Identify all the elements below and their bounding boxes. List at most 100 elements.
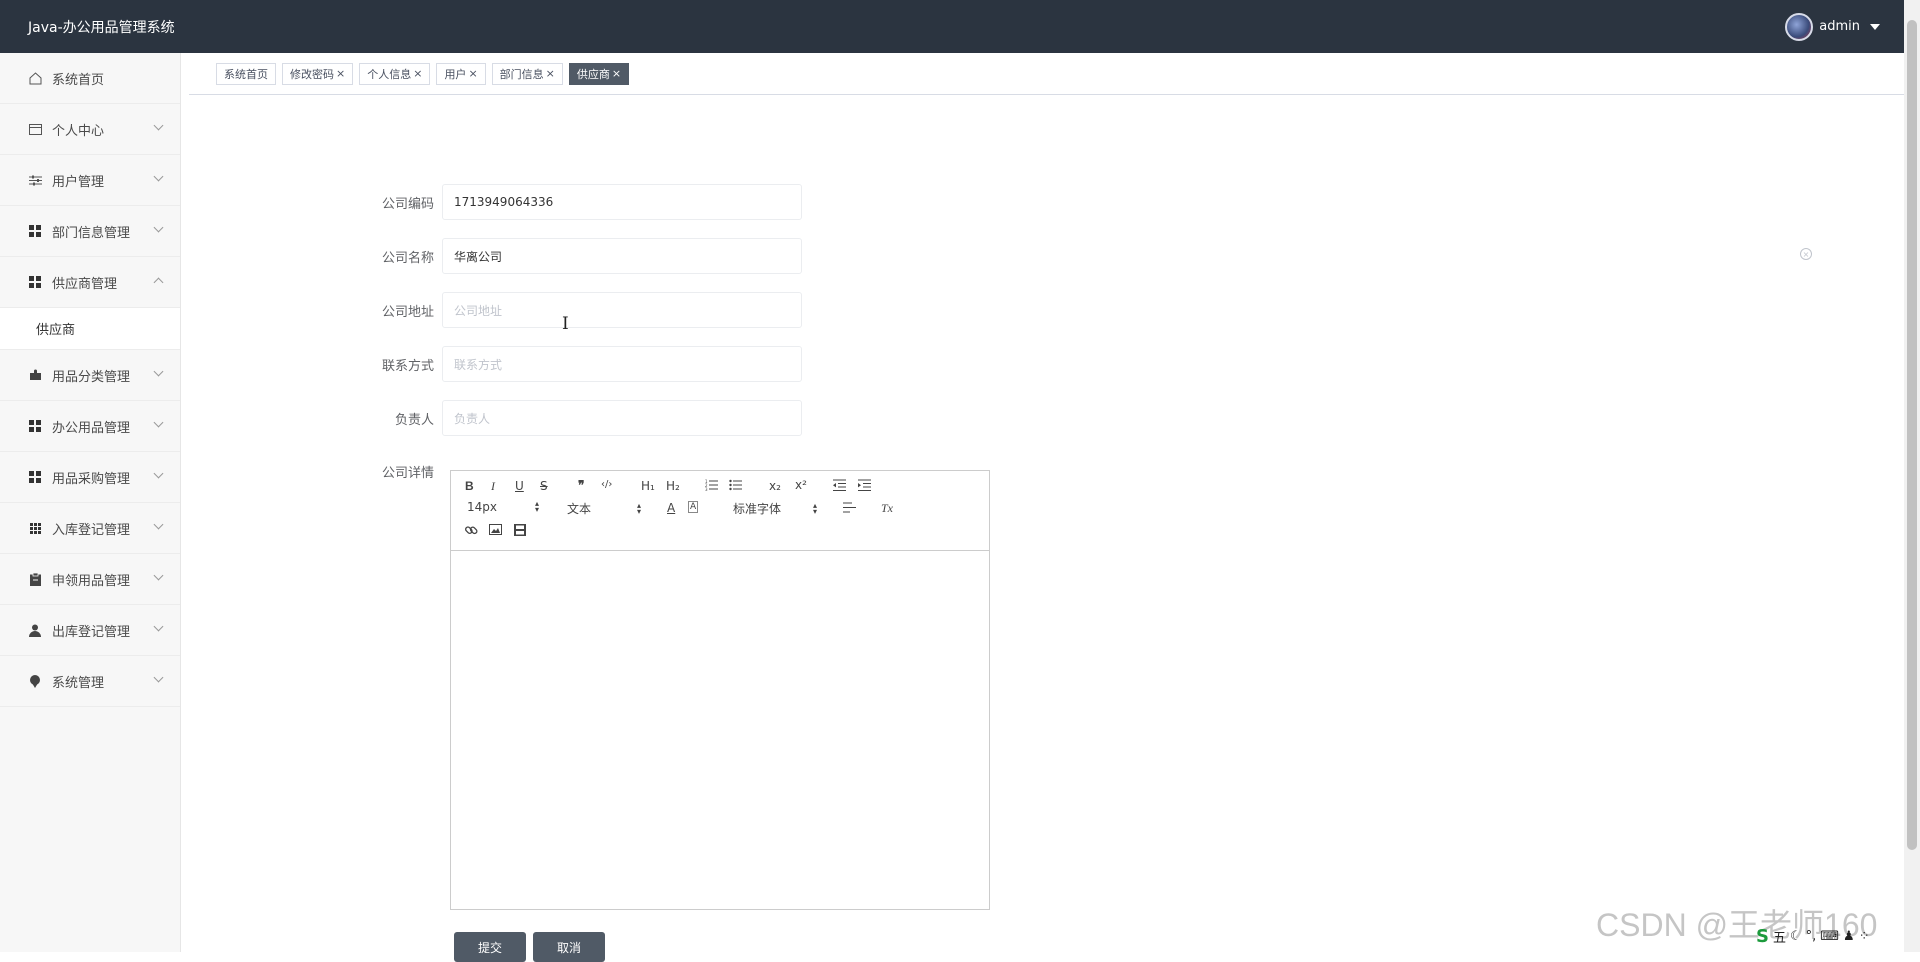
sidebar-item-categories[interactable]: 用品分类管理 <box>0 350 180 401</box>
sidebar-subitem-supplier[interactable]: 供应商 <box>0 308 180 350</box>
font-family-value[interactable]: 标准字体 <box>733 500 781 517</box>
close-icon[interactable]: × <box>468 67 477 80</box>
sidebar-item-users[interactable]: 用户管理 <box>0 155 180 206</box>
editor-toolbar: B I U S ❞ ‹/› H₁ H₂ 123 x₂ x² 14px ▴ ▾ 文本… <box>451 471 989 551</box>
user-tray-icon[interactable]: ♟ <box>1843 929 1855 944</box>
close-icon[interactable]: × <box>336 67 345 80</box>
sidebar-item-departments[interactable]: 部门信息管理 <box>0 206 180 257</box>
chevron-up-icon <box>153 277 164 288</box>
font-family-select[interactable]: 标准字体 ▴ ▾ <box>733 500 823 517</box>
sidebar-item-stock-out[interactable]: 出库登记管理 <box>0 605 180 656</box>
tab-users[interactable]: 用户 × <box>436 62 486 85</box>
quote-icon[interactable]: ❞ <box>578 478 584 492</box>
tab-bar: 系统首页 修改密码 × 个人信息 × 用户 × 部门信息 × 供应商 × <box>189 53 1904 95</box>
font-size-value[interactable]: 14px <box>467 500 497 514</box>
tab-label[interactable]: 系统首页 <box>224 66 268 82</box>
bold-icon[interactable]: B <box>465 479 474 493</box>
form-row-contact: 联系方式 联系方式 <box>370 346 802 382</box>
contact-label: 联系方式 <box>381 358 434 374</box>
input-method-logo-icon[interactable]: S <box>1756 926 1769 947</box>
tab-label[interactable]: 用户 <box>444 66 466 82</box>
sidebar-item-requisitions[interactable]: 申领用品管理 <box>0 554 180 605</box>
caret-down-icon[interactable] <box>1870 23 1880 30</box>
sidebar-item-suppliers[interactable]: 供应商管理 <box>0 257 180 308</box>
tab-home[interactable]: 系统首页 <box>216 62 276 85</box>
pin-icon <box>28 674 42 688</box>
close-icon[interactable]: × <box>413 67 422 80</box>
italic-icon[interactable]: I <box>491 479 495 494</box>
code-icon[interactable]: ‹/› <box>601 479 612 490</box>
header-select-value[interactable]: 文本 <box>567 500 591 517</box>
sidebar-item-label: 用户管理 <box>52 174 105 190</box>
punctuation-icon[interactable]: °, <box>1806 929 1817 944</box>
tab-label[interactable]: 修改密码 <box>290 66 334 82</box>
sidebar-item-system[interactable]: 系统管理 <box>0 656 180 707</box>
h1-icon[interactable]: H₁ <box>641 479 655 493</box>
user-icon <box>28 623 42 637</box>
superscript-icon[interactable]: x² <box>795 478 807 492</box>
username[interactable]: admin <box>1819 19 1860 34</box>
sidebar-item-label: 系统首页 <box>52 72 105 88</box>
submit-button[interactable]: 提交 <box>454 932 526 962</box>
sidebar-item-supplies[interactable]: 办公用品管理 <box>0 401 180 452</box>
tab-label[interactable]: 部门信息 <box>500 66 544 82</box>
tab-suppliers[interactable]: 供应商 × <box>568 62 630 85</box>
name-field[interactable]: 华离公司 <box>442 238 802 274</box>
cancel-button[interactable]: 取消 <box>533 932 605 962</box>
sidebar-item-purchases[interactable]: 用品采购管理 <box>0 452 180 503</box>
align-icon[interactable] <box>843 502 856 513</box>
chevron-down-icon <box>153 120 164 131</box>
owner-field[interactable]: 负责人 <box>442 400 802 436</box>
underline-icon[interactable]: U <box>515 479 524 493</box>
select-arrows-icon: ▴ ▾ <box>637 500 642 516</box>
subscript-icon[interactable]: x₂ <box>769 479 781 493</box>
image-icon[interactable] <box>489 524 502 535</box>
tab-label[interactable]: 个人信息 <box>367 66 411 82</box>
chevron-down-icon <box>153 171 164 182</box>
link-icon[interactable] <box>465 524 478 537</box>
clear-format-icon[interactable]: Tx <box>881 501 893 516</box>
tab-departments[interactable]: 部门信息 × <box>491 62 563 85</box>
text-cursor-icon: I <box>562 314 569 334</box>
user-menu[interactable]: admin <box>1785 12 1880 41</box>
svg-text:3: 3 <box>705 487 708 491</box>
indent-icon[interactable] <box>858 479 871 491</box>
outdent-icon[interactable] <box>833 479 846 491</box>
moon-icon[interactable]: ☾ <box>1790 929 1802 944</box>
sidebar-item-stock-in[interactable]: 入库登记管理 <box>0 503 180 554</box>
bullet-list-icon[interactable] <box>729 479 742 491</box>
close-icon[interactable]: × <box>612 67 621 80</box>
contact-field[interactable]: 联系方式 <box>442 346 802 382</box>
h2-icon[interactable]: H₂ <box>666 479 680 493</box>
app-title: Java-办公用品管理系统 <box>28 19 175 36</box>
sidebar-item-home[interactable]: 系统首页 <box>0 53 180 104</box>
header-select[interactable]: 文本 ▴ ▾ <box>567 500 647 517</box>
ordered-list-icon[interactable]: 123 <box>705 479 718 491</box>
close-icon[interactable]: × <box>546 67 555 80</box>
tab-label[interactable]: 供应商 <box>577 66 610 82</box>
sidebar-item-personal[interactable]: 个人中心 <box>0 104 180 155</box>
background-color-icon[interactable]: A <box>688 501 699 513</box>
input-mode-label[interactable]: 五 <box>1773 927 1786 946</box>
font-color-icon[interactable]: A <box>667 501 675 515</box>
vertical-scrollbar[interactable] <box>1904 0 1920 952</box>
chevron-down-icon <box>153 468 164 479</box>
clear-icon[interactable]: × <box>1800 248 1812 260</box>
strikethrough-icon[interactable]: S <box>540 479 548 493</box>
avatar[interactable] <box>1785 12 1814 41</box>
font-size-select[interactable]: 14px ▴ ▾ <box>467 500 545 515</box>
sidebar: 系统首页 个人中心 用户管理 部门信息管理 供应商管理 供应商 用品分类管理 办… <box>0 53 181 952</box>
tab-profile[interactable]: 个人信息 × <box>359 62 431 85</box>
tab-change-password[interactable]: 修改密码 × <box>282 62 354 85</box>
editor-content-area[interactable] <box>451 551 989 909</box>
apps-icon <box>28 521 42 535</box>
keyboard-icon[interactable]: ⌨ <box>1820 929 1839 944</box>
home-icon <box>28 71 42 85</box>
address-field[interactable]: 公司地址 <box>442 292 802 328</box>
video-icon[interactable] <box>514 524 526 536</box>
apps-tray-icon[interactable]: ⁘ <box>1859 929 1870 944</box>
form-row-owner: 负责人 负责人 <box>370 400 802 436</box>
address-label: 公司地址 <box>381 304 434 320</box>
scrollbar-thumb[interactable] <box>1907 20 1917 850</box>
code-field[interactable]: 1713949064336 <box>442 184 802 220</box>
